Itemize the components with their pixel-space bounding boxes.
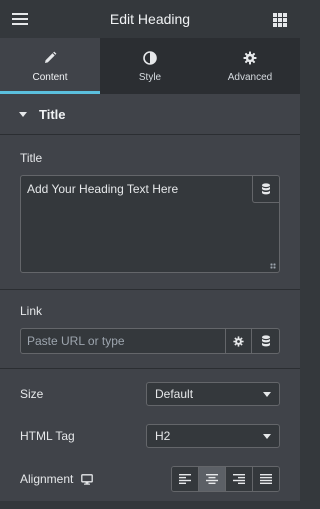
resize-grip-icon[interactable] [270, 263, 276, 269]
tab-advanced[interactable]: Advanced [200, 38, 300, 94]
alignment-control: Alignment [0, 457, 300, 501]
tab-content-label: Content [32, 71, 68, 83]
panel-footer-strip [0, 501, 300, 509]
html-tag-control: HTML Tag H2 [0, 415, 300, 457]
align-justify-icon [260, 474, 272, 484]
html-tag-select[interactable]: H2 [146, 424, 280, 448]
tab-content[interactable]: Content [0, 38, 100, 94]
panel-title: Edit Heading [109, 11, 191, 27]
gear-icon [233, 335, 244, 347]
title-textarea[interactable]: Add Your Heading Text Here [21, 176, 279, 272]
gear-icon [243, 50, 257, 66]
database-icon [262, 183, 270, 195]
section-title: Title [39, 106, 66, 122]
size-select-value: Default [155, 387, 194, 401]
tab-advanced-label: Advanced [227, 71, 273, 83]
title-control: Title Add Your Heading Text Here [0, 135, 300, 290]
link-input[interactable] [20, 328, 226, 354]
size-select[interactable]: Default [146, 382, 280, 406]
align-right-icon [233, 474, 245, 484]
database-icon [261, 335, 270, 347]
caret-down-icon [19, 111, 27, 117]
link-control: Link [0, 290, 300, 369]
title-label: Title [20, 151, 43, 165]
tab-style[interactable]: Style [100, 38, 200, 94]
chevron-down-icon [263, 433, 271, 439]
html-tag-select-value: H2 [155, 429, 171, 443]
controls-panel: Title Add Your Heading Text Here Link Pa… [0, 135, 300, 509]
pencil-icon [43, 50, 57, 66]
alignment-button-group [171, 466, 280, 492]
half-circle-icon [143, 50, 157, 66]
align-left-button[interactable] [172, 467, 198, 491]
align-justify-button[interactable] [252, 467, 279, 491]
hamburger-icon[interactable] [12, 13, 28, 25]
size-label: Size [20, 387, 44, 401]
alignment-label: Alignment [20, 472, 74, 486]
panel-header: Edit Heading [0, 0, 300, 38]
desktop-icon[interactable] [81, 473, 94, 485]
align-left-icon [179, 474, 191, 484]
link-label: Link [20, 304, 43, 318]
section-title-toggle[interactable]: Title [0, 94, 300, 135]
size-control: Size Default [0, 373, 300, 415]
tab-style-label: Style [138, 71, 162, 83]
alignment-label-wrap: Alignment [20, 472, 94, 486]
tab-bar: Content Style Advanced [0, 38, 300, 94]
dynamic-tags-button[interactable] [252, 176, 279, 203]
link-dynamic-tags-button[interactable] [252, 328, 280, 354]
align-center-icon [206, 474, 218, 484]
link-options-button[interactable] [226, 328, 252, 354]
link-row [20, 328, 280, 354]
html-tag-label: HTML Tag [20, 429, 75, 443]
title-textarea-wrap: Add Your Heading Text Here [20, 175, 280, 273]
align-center-button[interactable] [198, 467, 225, 491]
chevron-down-icon [263, 391, 271, 397]
grid-icon[interactable] [273, 13, 287, 27]
align-right-button[interactable] [225, 467, 252, 491]
